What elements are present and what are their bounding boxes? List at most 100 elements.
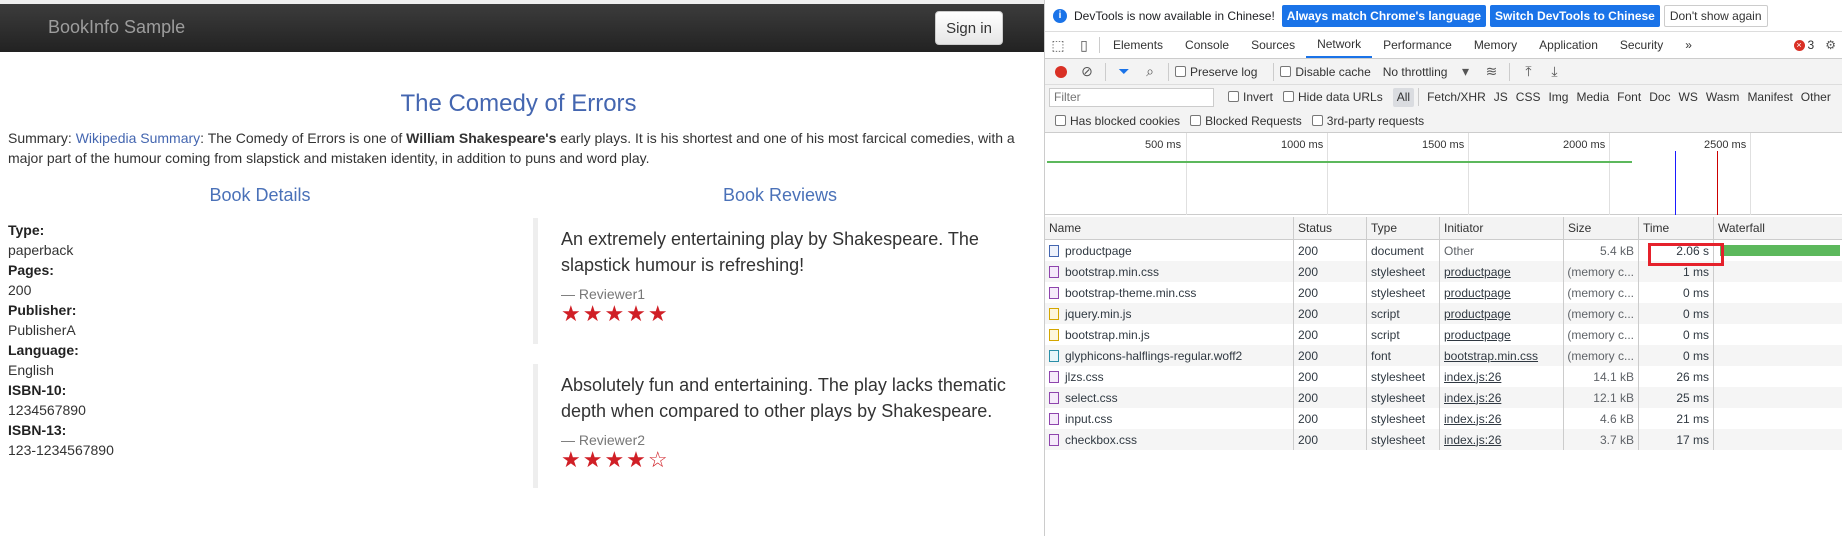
type-filter-font[interactable]: Font [1613,88,1645,107]
cell-initiator[interactable]: index.js:26 [1440,429,1564,450]
column-time[interactable]: Time [1639,217,1714,239]
type-filter-doc[interactable]: Doc [1645,88,1674,107]
type-filter-all[interactable]: All [1392,87,1415,107]
cell-type: stylesheet [1367,387,1440,408]
blocked-requests-label: Blocked Requests [1205,113,1302,128]
type-filter-img[interactable]: Img [1544,88,1572,107]
table-row[interactable]: bootstrap.min.js 200 script productpage (mem… [1045,324,1842,345]
clear-icon[interactable]: ⊘ [1075,62,1099,82]
cell-name[interactable]: bootstrap.min.js [1045,324,1294,345]
filter-icon[interactable]: ⏷ [1112,62,1136,82]
hide-data-urls-checkbox[interactable]: Hide data URLs [1283,90,1383,104]
cell-type: stylesheet [1367,408,1440,429]
cell-name[interactable]: jquery.min.js [1045,303,1294,324]
inspect-element-icon[interactable]: ⬚ [1045,32,1071,58]
sign-in-button[interactable]: Sign in [935,11,1003,45]
error-counter[interactable]: × 3 ⚙ [1788,32,1842,58]
tab-network[interactable]: Network [1306,32,1373,58]
column-status[interactable]: Status [1294,217,1367,239]
network-conditions-icon[interactable]: ≋ [1479,62,1503,82]
table-row[interactable]: input.css 200 stylesheet index.js:26 4.6 kB 2… [1045,408,1842,429]
tab-performance[interactable]: Performance [1372,32,1463,58]
disable-cache-checkbox[interactable]: Disable cache [1280,64,1371,79]
cell-status: 200 [1294,345,1367,366]
blocked-requests-checkbox[interactable]: Blocked Requests [1190,114,1302,128]
table-row[interactable]: checkbox.css 200 stylesheet index.js:26 3.7 … [1045,429,1842,450]
throttling-select[interactable]: No throttling [1383,65,1448,79]
column-name[interactable]: Name [1045,217,1294,239]
detail-value: paperback [8,242,74,258]
search-icon[interactable]: ⌕ [1138,62,1162,82]
network-overview-timeline[interactable]: 500 ms 1000 ms 1500 ms 2000 ms 2500 ms [1045,133,1842,215]
cell-initiator[interactable]: productpage [1440,303,1564,324]
brand-link[interactable]: BookInfo Sample [48,17,185,38]
cell-time: 26 ms [1639,366,1714,387]
import-har-icon[interactable]: ⤒ [1516,62,1540,82]
column-type[interactable]: Type [1367,217,1440,239]
chevron-down-icon[interactable]: ▾ [1453,62,1477,82]
cell-name[interactable]: jlzs.css [1045,366,1294,387]
overview-gridline [1609,133,1610,215]
filter-input[interactable] [1049,87,1214,107]
cell-status: 200 [1294,303,1367,324]
cell-initiator[interactable]: bootstrap.min.css [1440,345,1564,366]
cell-name[interactable]: checkbox.css [1045,429,1294,450]
tab-memory[interactable]: Memory [1463,32,1528,58]
cell-type: script [1367,303,1440,324]
type-filter-css[interactable]: CSS [1512,88,1545,107]
table-row[interactable]: bootstrap.min.css 200 stylesheet productpag… [1045,261,1842,282]
type-filter-other[interactable]: Other [1797,88,1835,107]
cell-name[interactable]: glyphicons-halflings-regular.woff2 [1045,345,1294,366]
type-filter-fetch-xhr[interactable]: Fetch/XHR [1423,88,1490,107]
cell-name[interactable]: bootstrap.min.css [1045,261,1294,282]
tab-console[interactable]: Console [1174,32,1240,58]
cell-initiator[interactable]: index.js:26 [1440,387,1564,408]
tab-elements[interactable]: Elements [1102,32,1174,58]
invert-checkbox[interactable]: Invert [1228,90,1273,104]
cell-waterfall [1714,303,1842,324]
tab-security[interactable]: Security [1609,32,1674,58]
has-blocked-cookies-checkbox[interactable]: Has blocked cookies [1055,114,1180,128]
css-file-icon [1049,433,1059,446]
type-filter-media[interactable]: Media [1572,88,1613,107]
cell-initiator[interactable]: index.js:26 [1440,408,1564,429]
cell-name[interactable]: productpage [1045,240,1294,261]
cell-initiator[interactable]: productpage [1440,324,1564,345]
table-row[interactable]: select.css 200 stylesheet index.js:26 12.1 k… [1045,387,1842,408]
more-tabs-button[interactable]: » [1674,32,1703,58]
column-waterfall[interactable]: Waterfall [1714,217,1842,239]
type-filter-wasm[interactable]: Wasm [1702,88,1744,107]
type-filter-js[interactable]: JS [1490,88,1512,107]
table-row[interactable]: bootstrap-theme.min.css 200 stylesheet prod… [1045,282,1842,303]
gear-icon[interactable]: ⚙ [1825,38,1836,52]
type-filter-manifest[interactable]: Manifest [1743,88,1796,107]
switch-to-chinese-button[interactable]: Switch DevTools to Chinese [1490,4,1660,27]
column-size[interactable]: Size [1564,217,1639,239]
dont-show-again-button[interactable]: Don't show again [1663,4,1768,27]
table-row[interactable]: productpage 200 document Other 5.4 kB 2.06 s [1045,240,1842,261]
type-filter-ws[interactable]: WS [1675,88,1702,107]
cell-initiator[interactable]: productpage [1440,282,1564,303]
always-match-language-button[interactable]: Always match Chrome's language [1281,4,1487,27]
third-party-requests-checkbox[interactable]: 3rd-party requests [1311,114,1424,128]
cell-initiator[interactable]: productpage [1440,261,1564,282]
column-initiator[interactable]: Initiator [1440,217,1564,239]
export-har-icon[interactable]: ⤓ [1542,62,1566,82]
cell-name[interactable]: bootstrap-theme.min.css [1045,282,1294,303]
wikipedia-summary-link[interactable]: Wikipedia Summary [76,130,200,146]
tab-application[interactable]: Application [1528,32,1609,58]
preserve-log-checkbox[interactable]: Preserve log [1175,65,1257,79]
record-icon[interactable] [1049,62,1073,82]
table-row[interactable]: jquery.min.js 200 script productpage (memory… [1045,303,1842,324]
table-row[interactable]: jlzs.css 200 stylesheet index.js:26 14.1 kB 2… [1045,366,1842,387]
cell-name[interactable]: select.css [1045,387,1294,408]
device-toolbar-icon[interactable]: ▯ [1071,32,1097,58]
request-name: jlzs.css [1065,369,1104,384]
cell-name[interactable]: input.css [1045,408,1294,429]
table-row[interactable]: glyphicons-halflings-regular.woff2 200 fon… [1045,345,1842,366]
filter-separator [1418,88,1420,106]
cell-initiator[interactable]: index.js:26 [1440,366,1564,387]
disable-cache-label: Disable cache [1295,64,1371,79]
tab-sources[interactable]: Sources [1240,32,1306,58]
devtools-tab-bar: ⬚ ▯ Elements Console Sources Network Per… [1045,32,1842,59]
